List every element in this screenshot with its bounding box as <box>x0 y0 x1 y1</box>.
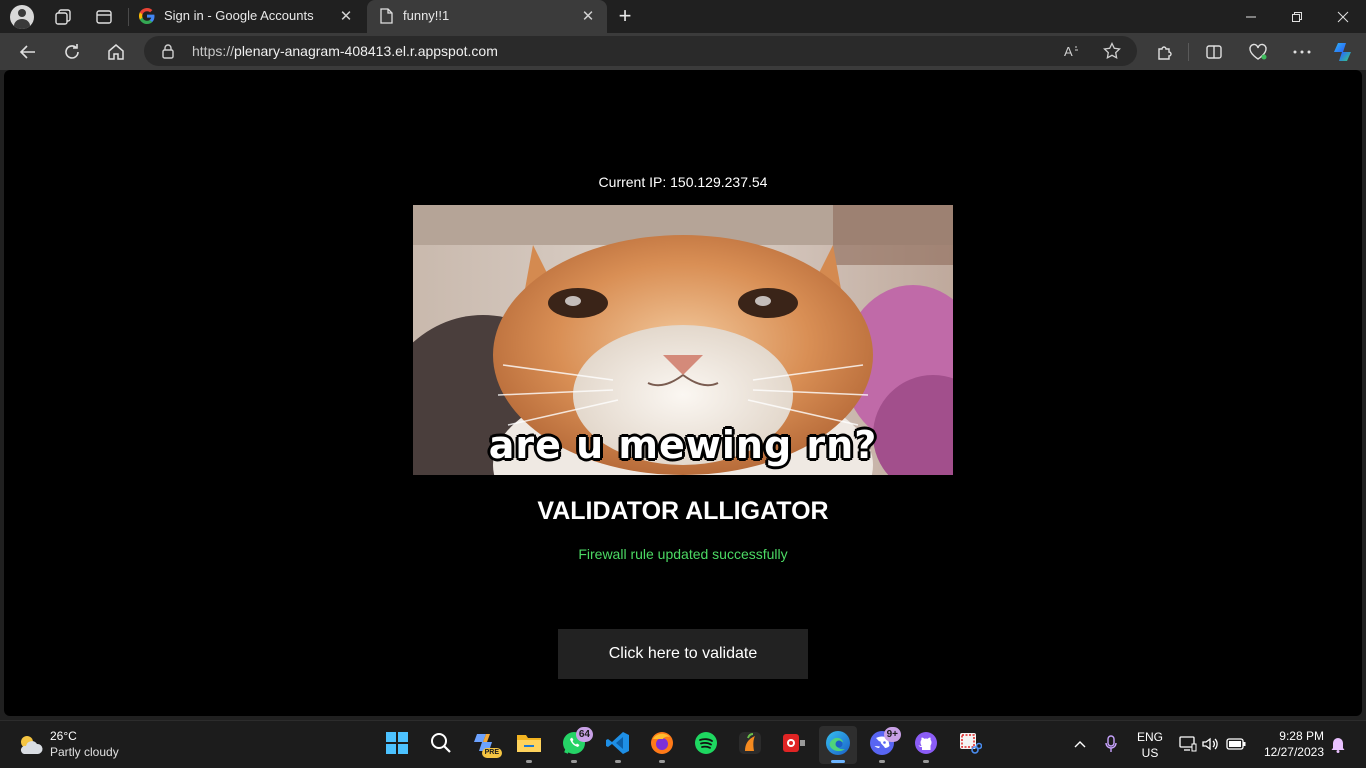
favorite-star-icon[interactable] <box>1101 40 1123 62</box>
copilot-pre-button[interactable]: PRE <box>466 726 504 764</box>
workspaces-icon[interactable] <box>50 4 76 30</box>
windows-logo-icon <box>386 732 408 758</box>
restore-button[interactable] <box>1274 0 1320 33</box>
weather-widget[interactable]: 26°C Partly cloudy <box>14 727 154 763</box>
lock-icon[interactable] <box>161 43 175 63</box>
file-explorer-button[interactable] <box>510 726 548 764</box>
spotify-icon <box>694 731 718 759</box>
url-text[interactable]: https://plenary-anagram-408413.el.r.apps… <box>192 43 498 59</box>
record-icon <box>782 732 806 758</box>
fl-studio-button[interactable] <box>731 726 769 764</box>
volume-icon[interactable] <box>1200 734 1220 754</box>
read-aloud-icon[interactable]: A <box>1062 40 1084 62</box>
network-icon[interactable] <box>1178 734 1198 754</box>
firefox-icon <box>650 731 674 759</box>
google-g-icon <box>139 8 155 24</box>
tab-title: funny!!1 <box>403 8 450 23</box>
language-indicator-bottom[interactable]: US <box>1136 746 1164 760</box>
browser-toolbar: https://plenary-anagram-408413.el.r.apps… <box>0 33 1366 70</box>
url-host: plenary-anagram-408413.el.r.appspot.com <box>234 43 498 59</box>
weather-temp: 26°C <box>50 729 77 743</box>
snip-icon <box>958 731 983 759</box>
extensions-icon[interactable] <box>1151 38 1179 66</box>
tab-title: Sign in - Google Accounts <box>164 8 314 23</box>
profile-avatar-icon[interactable] <box>9 4 35 30</box>
page-heading: VALIDATOR ALLIGATOR <box>537 497 829 525</box>
home-icon[interactable] <box>102 38 130 66</box>
back-icon[interactable] <box>14 38 42 66</box>
notification-bell-icon[interactable] <box>1328 734 1348 754</box>
current-ip-label: Current IP: 150.129.237.54 <box>598 174 768 190</box>
folder-icon <box>516 732 542 758</box>
github-button[interactable] <box>907 726 945 764</box>
show-hidden-icons-chevron-up-icon[interactable] <box>1070 734 1090 754</box>
language-indicator-top[interactable]: ENG <box>1136 730 1164 744</box>
battery-icon[interactable] <box>1226 734 1246 754</box>
refresh-icon[interactable] <box>58 38 86 66</box>
fruit-icon <box>738 731 762 759</box>
page-icon <box>378 8 394 24</box>
tab-funny[interactable]: funny!!1 ✕ <box>367 0 607 33</box>
tab-google-signin[interactable]: Sign in - Google Accounts ✕ <box>128 0 365 33</box>
whatsapp-button[interactable]: 64 <box>555 726 593 764</box>
search-button[interactable] <box>422 726 460 764</box>
status-message: Firewall rule updated successfully <box>578 546 788 562</box>
toolbar-divider <box>1188 43 1189 61</box>
split-screen-icon[interactable] <box>1200 38 1228 66</box>
meme-cat-image: are u mewing rn? <box>413 205 953 475</box>
tab-actions-icon[interactable] <box>91 4 117 30</box>
close-tab-icon[interactable]: ✕ <box>337 7 355 25</box>
browser-tab-bar: Sign in - Google Accounts ✕ funny!!1 ✕ + <box>0 0 1366 33</box>
spotify-button[interactable] <box>687 726 725 764</box>
discord-notification-badge: 9+ <box>883 727 901 742</box>
pre-badge: PRE <box>481 748 502 758</box>
new-tab-button[interactable]: + <box>612 4 638 30</box>
clock-time[interactable]: 9:28 PM <box>1262 729 1324 743</box>
search-icon <box>430 732 452 758</box>
minimize-button[interactable] <box>1228 0 1274 33</box>
weather-condition: Partly cloudy <box>50 745 119 759</box>
edge-button[interactable] <box>819 726 857 764</box>
vscode-button[interactable] <box>599 726 637 764</box>
github-icon <box>914 731 938 759</box>
meme-caption: are u mewing rn? <box>488 423 878 467</box>
page-viewport: Current IP: 150.129.237.54 are u mewing … <box>4 70 1362 716</box>
snipping-tool-button[interactable] <box>951 726 989 764</box>
browser-essentials-icon[interactable] <box>1244 38 1272 66</box>
screen-recorder-button[interactable] <box>775 726 813 764</box>
windows-taskbar: 26°C Partly cloudy PRE 64 9+ ENG US 9:28… <box>0 720 1366 768</box>
start-button[interactable] <box>378 726 416 764</box>
edge-icon <box>825 730 851 760</box>
address-bar[interactable]: https://plenary-anagram-408413.el.r.apps… <box>144 36 1137 66</box>
vscode-icon <box>606 731 630 759</box>
url-scheme: https:// <box>192 43 235 59</box>
svg-text:A: A <box>1064 44 1073 59</box>
firefox-button[interactable] <box>643 726 681 764</box>
validate-button[interactable]: Click here to validate <box>558 629 808 679</box>
discord-button[interactable]: 9+ <box>863 726 901 764</box>
close-window-button[interactable] <box>1320 0 1366 33</box>
partly-cloudy-icon <box>16 733 44 761</box>
whatsapp-unread-badge: 64 <box>575 727 593 742</box>
close-tab-icon[interactable]: ✕ <box>579 7 597 25</box>
clock-date[interactable]: 12/27/2023 <box>1256 745 1324 759</box>
more-options-icon[interactable] <box>1288 38 1316 66</box>
copilot-icon[interactable] <box>1329 38 1357 66</box>
microphone-icon[interactable] <box>1101 734 1121 754</box>
